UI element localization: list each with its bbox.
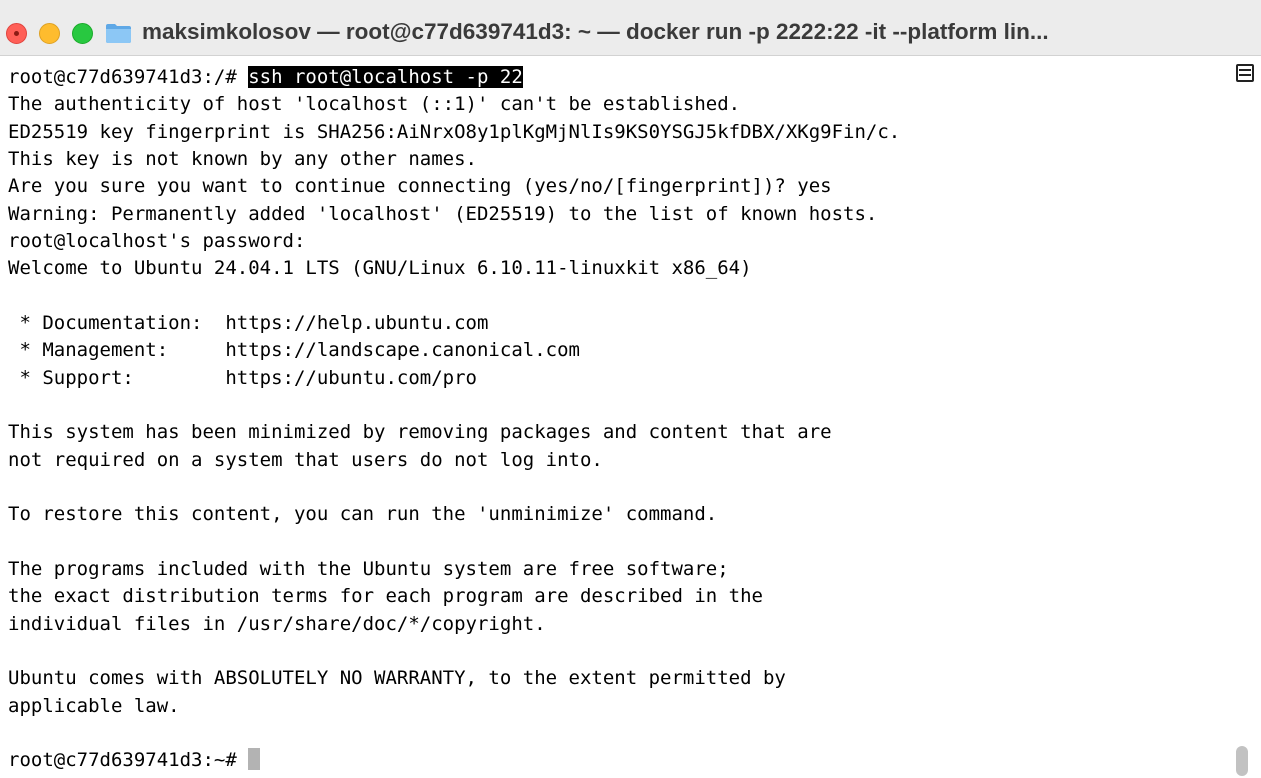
terminal-line: The programs included with the Ubuntu sy… bbox=[8, 557, 729, 580]
terminal-line: Are you sure you want to continue connec… bbox=[8, 175, 832, 198]
minimize-button[interactable] bbox=[39, 23, 60, 44]
terminal-window: maksimkolosov — root@c77d639741d3: ~ — d… bbox=[0, 0, 1261, 778]
close-button[interactable] bbox=[6, 23, 27, 44]
terminal-line: Welcome to Ubuntu 24.04.1 LTS (GNU/Linux… bbox=[8, 257, 752, 280]
terminal-output[interactable]: root@c77d639741d3:/# ssh root@localhost … bbox=[0, 57, 1228, 778]
folder-icon bbox=[106, 24, 131, 43]
terminal-line: This system has been minimized by removi… bbox=[8, 421, 832, 444]
split-pane-icon[interactable] bbox=[1236, 64, 1254, 82]
selected-command-text: ssh root@localhost -p 22 bbox=[248, 66, 523, 88]
window-title: maksimkolosov — root@c77d639741d3: ~ — d… bbox=[142, 19, 1049, 44]
terminal-line: not required on a system that users do n… bbox=[8, 448, 603, 471]
terminal-line: * Support: https://ubuntu.com/pro bbox=[8, 366, 477, 389]
text-cursor bbox=[248, 748, 261, 771]
terminal-line: The authenticity of host 'localhost (::1… bbox=[8, 93, 741, 116]
terminal-line: Ubuntu comes with ABSOLUTELY NO WARRANTY… bbox=[8, 667, 786, 690]
terminal-line: individual files in /usr/share/doc/*/cop… bbox=[8, 612, 546, 635]
terminal-line: Warning: Permanently added 'localhost' (… bbox=[8, 202, 878, 225]
terminal-line: ED25519 key fingerprint is SHA256:AiNrxO… bbox=[8, 120, 901, 143]
terminal-line: applicable law. bbox=[8, 694, 180, 717]
terminal-line: * Documentation: https://help.ubuntu.com bbox=[8, 311, 489, 334]
terminal-line: To restore this content, you can run the… bbox=[8, 503, 718, 526]
terminal-line: the exact distribution terms for each pr… bbox=[8, 585, 763, 608]
terminal-line: This key is not known by any other names… bbox=[8, 147, 477, 170]
terminal-prompt-line: root@c77d639741d3:~# bbox=[8, 747, 261, 774]
terminal-command-line: root@c77d639741d3:/# ssh root@localhost … bbox=[8, 64, 523, 91]
title-bar[interactable]: maksimkolosov — root@c77d639741d3: ~ — d… bbox=[0, 0, 1261, 56]
shell-prompt: root@c77d639741d3:/# bbox=[8, 66, 249, 88]
terminal-line: root@localhost's password: bbox=[8, 229, 306, 252]
scrollbar-thumb[interactable] bbox=[1236, 746, 1248, 776]
shell-prompt-final: root@c77d639741d3:~# bbox=[8, 749, 249, 772]
zoom-button[interactable] bbox=[72, 23, 93, 44]
scrollbar-track[interactable] bbox=[1228, 57, 1261, 778]
terminal-line: * Management: https://landscape.canonica… bbox=[8, 339, 580, 362]
